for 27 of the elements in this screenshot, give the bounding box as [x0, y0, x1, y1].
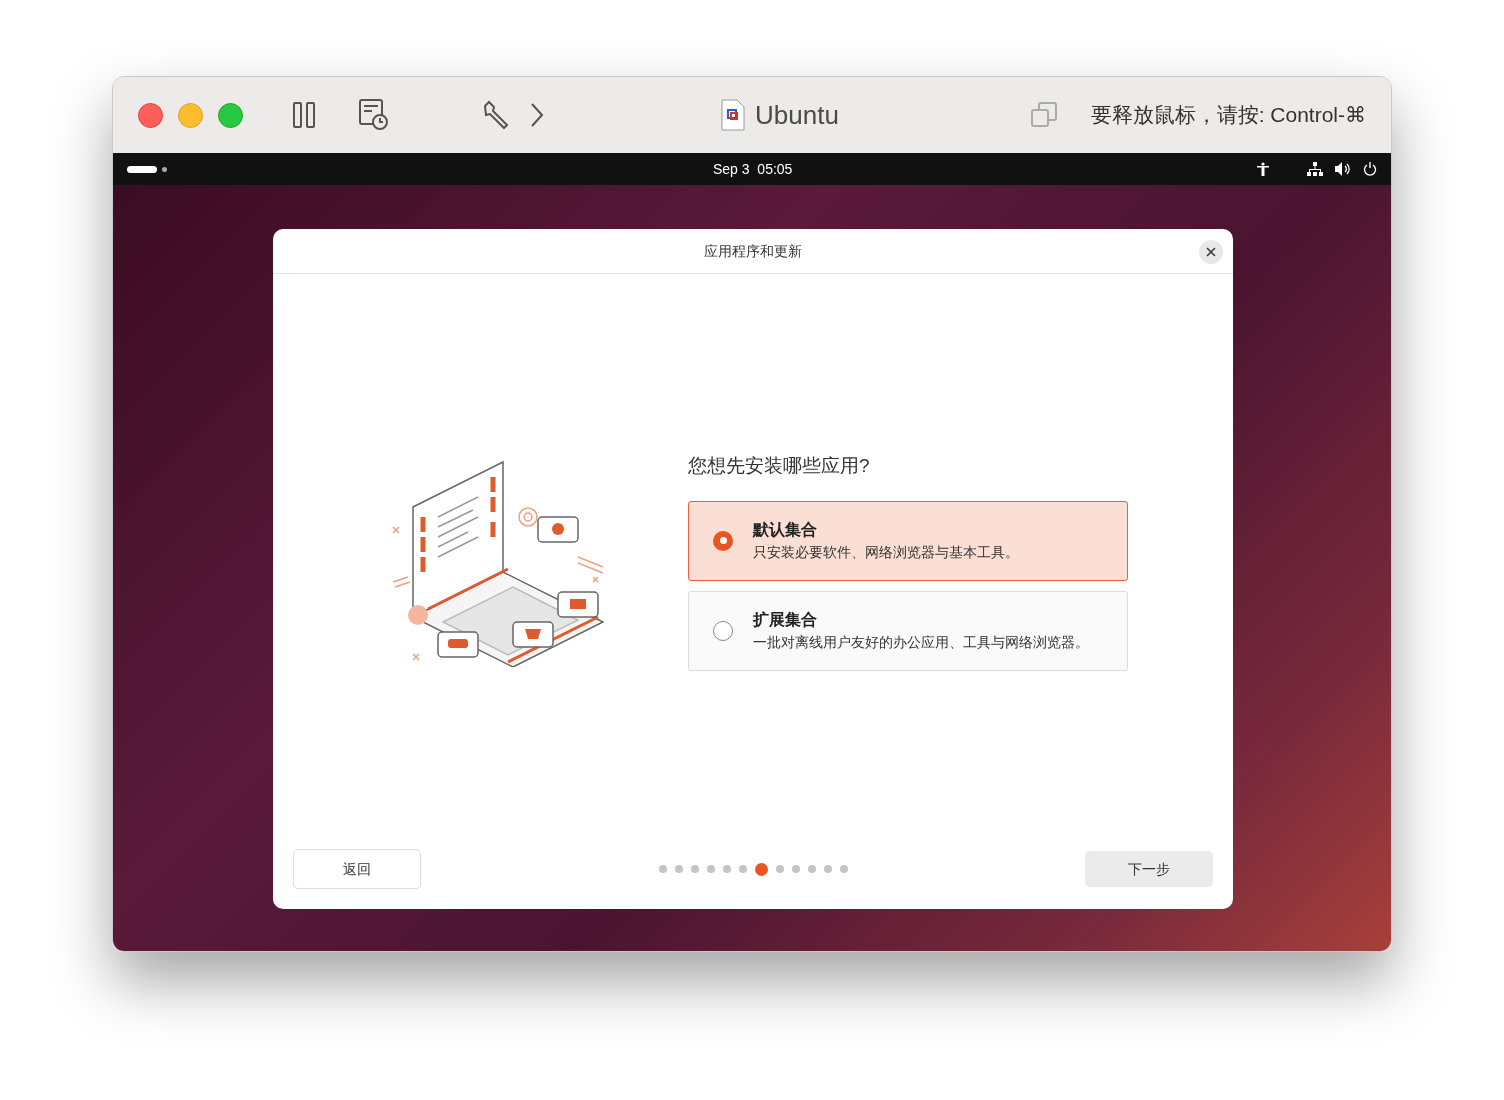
- close-icon: [1206, 247, 1216, 257]
- accessibility-icon[interactable]: [1257, 162, 1269, 176]
- option-card[interactable]: 扩展集合 一批对离线用户友好的办公应用、工具与网络浏览器。: [688, 590, 1128, 671]
- option-title: 默认集合: [753, 520, 818, 541]
- window-title: Ubuntu: [755, 98, 839, 132]
- close-button[interactable]: [1199, 240, 1223, 264]
- workspace-indicator[interactable]: [127, 165, 157, 173]
- document-icon: [721, 99, 745, 131]
- release-mouse-hint: 要释放鼠标，请按: Control-⌘: [1090, 102, 1366, 129]
- workspace-indicator[interactable]: [162, 166, 167, 172]
- radio-button[interactable]: [713, 620, 733, 641]
- network-icon[interactable]: [1307, 162, 1323, 176]
- snapshot-icon[interactable]: [359, 99, 389, 131]
- option-title: 扩展集合: [753, 610, 818, 631]
- back-button[interactable]: 返回: [293, 849, 421, 889]
- option-description: 一批对离线用户友好的办公应用、工具与网络浏览器。: [753, 633, 1089, 653]
- option-description: 只安装必要软件、网络浏览器与基本工具。: [753, 543, 1019, 563]
- volume-icon[interactable]: [1335, 162, 1351, 176]
- dialog-title: 应用程序和更新: [704, 241, 802, 261]
- pause-icon[interactable]: [293, 102, 315, 128]
- question-heading: 您想先安装哪些应用?: [688, 454, 871, 479]
- power-icon[interactable]: [1363, 162, 1377, 176]
- chevron-right-icon[interactable]: [529, 102, 545, 128]
- radio-button[interactable]: [713, 530, 733, 551]
- option-card[interactable]: 默认集合 只安装必要软件、网络浏览器与基本工具。: [688, 500, 1128, 581]
- clock[interactable]: Sep 3 05:05: [713, 158, 793, 180]
- next-button[interactable]: 下一步: [1085, 851, 1213, 887]
